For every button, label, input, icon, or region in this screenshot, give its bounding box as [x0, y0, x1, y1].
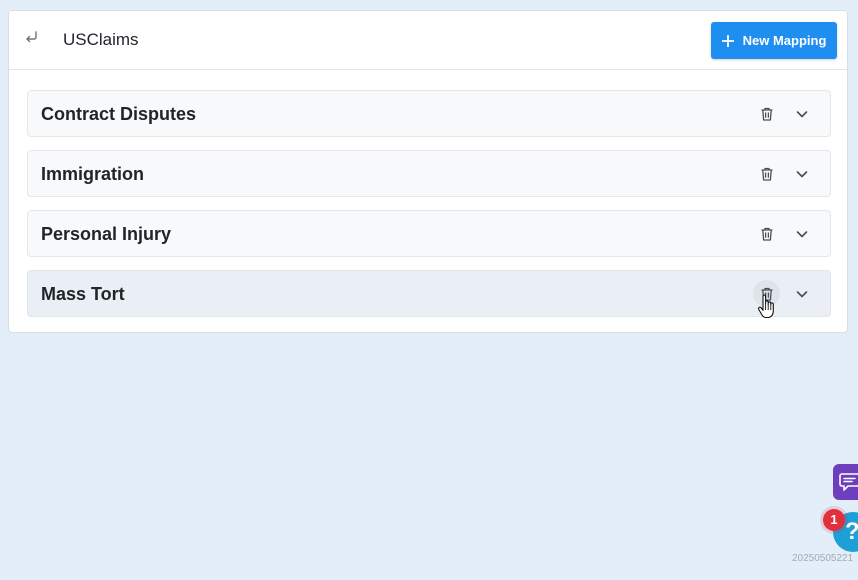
chevron-down-icon[interactable]	[793, 165, 811, 183]
return-arrow-icon[interactable]	[23, 29, 39, 45]
mapping-row-mass-tort[interactable]: Mass Tort	[27, 270, 831, 317]
trash-icon[interactable]	[753, 100, 780, 127]
page-title: USClaims	[63, 30, 139, 49]
chevron-down-icon[interactable]	[793, 285, 811, 303]
chat-icon	[839, 473, 858, 491]
chat-widget[interactable]	[833, 464, 858, 500]
trash-icon[interactable]	[753, 160, 780, 187]
mapping-label: Contract Disputes	[41, 104, 197, 124]
trash-icon[interactable]	[753, 280, 780, 307]
trash-icon[interactable]	[753, 220, 780, 247]
mapping-list: Contract Disputes Immigration Personal I…	[27, 90, 831, 330]
mapping-row-personal-injury[interactable]: Personal Injury	[27, 210, 831, 257]
version-label: 20250505221	[792, 553, 854, 564]
mapping-label: Personal Injury	[41, 224, 172, 244]
mappings-panel: USClaims New Mapping Contract Disputes I…	[8, 10, 848, 333]
mapping-label: Mass Tort	[41, 284, 125, 304]
mapping-row-contract-disputes[interactable]: Contract Disputes	[27, 90, 831, 137]
mapping-label: Immigration	[41, 164, 145, 184]
panel-header: USClaims New Mapping	[9, 11, 847, 70]
plus-icon	[721, 34, 734, 47]
new-mapping-button[interactable]: New Mapping	[711, 22, 837, 59]
notification-badge: 1	[823, 509, 845, 531]
chevron-down-icon[interactable]	[793, 105, 811, 123]
page: USClaims New Mapping Contract Disputes I…	[0, 0, 858, 580]
mapping-row-immigration[interactable]: Immigration	[27, 150, 831, 197]
new-mapping-label: New Mapping	[742, 33, 827, 48]
chevron-down-icon[interactable]	[793, 225, 811, 243]
